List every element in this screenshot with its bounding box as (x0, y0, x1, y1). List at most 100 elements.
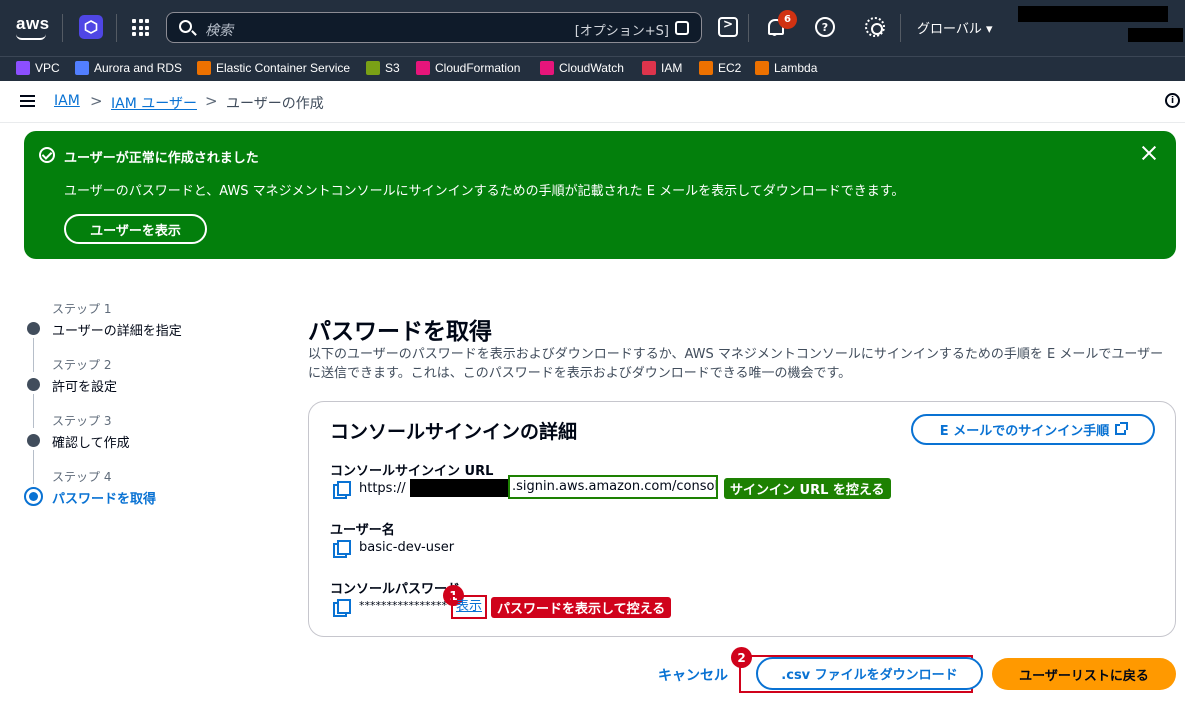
success-flash: ユーザーが正常に作成されました ユーザーのパスワードと、AWS マネジメントコン… (24, 131, 1176, 259)
step-indicator (27, 434, 40, 447)
copy-icon[interactable] (333, 481, 351, 499)
copy-icon[interactable] (333, 599, 351, 617)
aws-logo-text: aws (16, 14, 50, 33)
favorite-label: Elastic Container Service (216, 61, 351, 75)
card-title: コンソールサインインの詳細 (330, 421, 578, 443)
signin-url-label: コンソールサインイン URL (330, 464, 494, 479)
step-label[interactable]: ユーザーの詳細を指定 (52, 320, 182, 339)
breadcrumb-iam[interactable]: IAM (54, 93, 80, 109)
password-label: コンソールパスワード (330, 582, 461, 597)
annotation-badge-2: 2 (731, 647, 752, 668)
step-number: ステップ 4 (52, 470, 112, 484)
favorite-cloudformation[interactable]: CloudFormation (416, 61, 520, 75)
password-masked-value: **************** (359, 599, 447, 612)
breadcrumb-current: ユーザーの作成 (226, 96, 324, 112)
search-bar[interactable]: 検索 [オプション+S] (166, 12, 702, 43)
account-id-redacted (410, 479, 510, 497)
signin-url-prefix: https:// (359, 481, 406, 496)
page-title: パスワードを取得 (308, 319, 492, 345)
rds-icon (75, 61, 89, 75)
step-indicator-active (24, 487, 43, 506)
email-signin-instructions-button[interactable]: E メールでのサインイン手順 (911, 414, 1155, 445)
step-label-active: パスワードを取得 (52, 492, 157, 507)
settings-gear-icon[interactable] (865, 17, 885, 37)
signin-url-annotation: サインイン URL を控える (724, 478, 891, 499)
breadcrumb-separator: > (90, 92, 103, 110)
favorite-s3[interactable]: S3 (366, 61, 400, 75)
menu-hamburger-icon[interactable] (20, 95, 35, 107)
nav-divider (900, 14, 901, 42)
password-annotation: パスワードを表示して控える (491, 597, 672, 618)
cloudshell-icon[interactable] (718, 17, 738, 37)
page-description: 以下のユーザーのパスワードを表示およびダウンロードするか、AWS マネジメントコ… (308, 347, 1164, 381)
favorite-label: IAM (661, 61, 683, 75)
favorite-lambda[interactable]: Lambda (755, 61, 817, 75)
info-icon[interactable]: i (1165, 93, 1180, 108)
notification-count-badge: 6 (778, 10, 797, 29)
favorite-label: Aurora and RDS (94, 61, 183, 75)
nav-divider (116, 14, 117, 42)
step-indicator (27, 378, 40, 391)
favorite-label: EC2 (718, 61, 742, 75)
favorite-label: CloudFormation (435, 61, 521, 75)
username-value: basic-dev-user (359, 540, 455, 555)
region-selector[interactable]: グローバル ▾ (917, 18, 993, 37)
step-number: ステップ 3 (52, 414, 112, 428)
help-icon[interactable]: ? (815, 17, 835, 37)
flash-message: ユーザーのパスワードと、AWS マネジメントコンソールにサインインするための手順… (64, 184, 905, 199)
breadcrumb-bar: IAM > IAM ユーザー > ユーザーの作成 i (0, 81, 1185, 123)
username-label: ユーザー名 (330, 523, 395, 538)
aws-logo[interactable]: aws (16, 14, 50, 40)
download-csv-button[interactable]: .csv ファイルをダウンロード (756, 657, 983, 690)
step-number: ステップ 2 (52, 358, 112, 372)
lambda-icon (755, 61, 769, 75)
favorite-cloudwatch[interactable]: CloudWatch (540, 61, 624, 75)
search-shortcut-hint: [オプション+S] (574, 24, 669, 39)
favorite-vpc[interactable]: VPC (16, 61, 60, 75)
breadcrumb-iam-users[interactable]: IAM ユーザー (111, 93, 197, 113)
nav-divider (62, 14, 63, 42)
s3-icon (366, 61, 380, 75)
favorites-bar: VPC Aurora and RDS Elastic Container Ser… (0, 56, 1185, 81)
favorite-label: S3 (385, 61, 400, 75)
copy-icon[interactable] (333, 540, 351, 558)
console-signin-details-card: コンソールサインインの詳細 E メールでのサインイン手順 コンソールサインイン … (308, 401, 1176, 637)
ecs-icon (197, 61, 211, 75)
account-id-redacted (1128, 28, 1183, 42)
favorite-aurora-rds[interactable]: Aurora and RDS (75, 61, 182, 75)
step-connector (33, 338, 34, 372)
step-connector (33, 450, 34, 484)
show-password-link[interactable]: 表示 (451, 595, 487, 619)
external-link-icon (1115, 422, 1129, 435)
amazon-q-icon[interactable] (79, 15, 103, 39)
search-icon (179, 20, 192, 33)
view-user-button[interactable]: ユーザーを表示 (64, 214, 207, 244)
vpc-icon (16, 61, 30, 75)
iam-icon (642, 61, 656, 75)
cloudformation-icon (416, 61, 430, 75)
step-number: ステップ 1 (52, 302, 112, 316)
close-icon[interactable] (1141, 145, 1157, 161)
favorite-ecs[interactable]: Elastic Container Service (197, 61, 350, 75)
cloudwatch-icon (540, 61, 554, 75)
step-label[interactable]: 許可を設定 (52, 376, 117, 395)
search-input[interactable]: 検索 (205, 20, 233, 40)
return-to-users-button[interactable]: ユーザーリストに戻る (992, 658, 1176, 690)
favorite-label: VPC (35, 61, 60, 75)
favorite-iam[interactable]: IAM (642, 61, 682, 75)
favorite-ec2[interactable]: EC2 (699, 61, 741, 75)
breadcrumb-separator: > (205, 92, 218, 110)
success-check-icon (39, 147, 55, 163)
amazon-q-search-icon[interactable] (675, 21, 689, 35)
services-grid-icon[interactable] (132, 19, 149, 36)
step-label[interactable]: 確認して作成 (52, 432, 130, 451)
flash-title: ユーザーが正常に作成されました (64, 151, 259, 166)
email-button-label: E メールでのサインイン手順 (939, 424, 1110, 439)
account-menu-redacted[interactable] (1018, 6, 1168, 22)
favorite-label: Lambda (774, 61, 818, 75)
ec2-icon (699, 61, 713, 75)
step-indicator (27, 322, 40, 335)
cancel-button[interactable]: キャンセル (658, 665, 728, 685)
nav-divider (748, 14, 749, 42)
signin-url-highlight: .signin.aws.amazon.com/console (508, 475, 718, 499)
